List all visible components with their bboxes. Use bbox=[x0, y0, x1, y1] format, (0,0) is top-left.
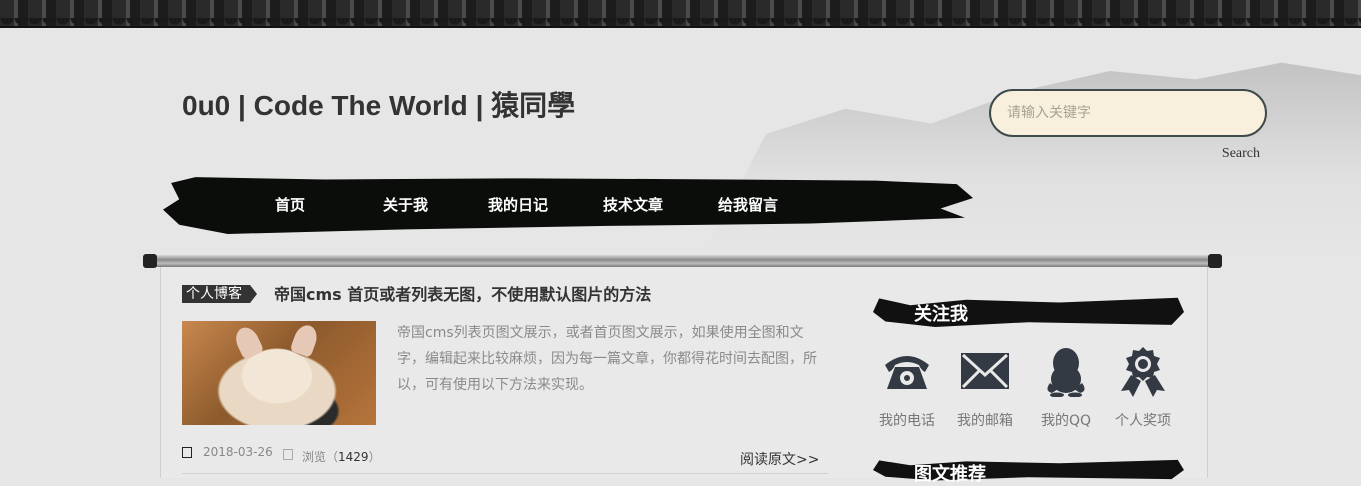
roof-tile-edge bbox=[0, 18, 1361, 28]
read-more-link[interactable]: 阅读原文>> bbox=[740, 449, 819, 469]
article-views: 浏览（1429） bbox=[302, 448, 381, 465]
scroll-rod-divider bbox=[143, 255, 1222, 267]
follow-awards[interactable]: 个人奖项 bbox=[1105, 345, 1181, 430]
article-divider bbox=[182, 473, 828, 474]
article-thumbnail[interactable] bbox=[182, 321, 376, 425]
nav-item-tech-articles[interactable]: 技术文章 bbox=[603, 194, 663, 215]
nav-item-diary[interactable]: 我的日记 bbox=[488, 194, 548, 215]
views-suffix: ） bbox=[368, 450, 381, 464]
qq-penguin-icon bbox=[1047, 348, 1085, 397]
mountain-backdrop bbox=[700, 62, 1361, 260]
nav-item-guestbook[interactable]: 给我留言 bbox=[718, 194, 778, 215]
follow-email-label: 我的邮箱 bbox=[957, 413, 1013, 429]
scroll-rod-end-right bbox=[1208, 254, 1222, 268]
views-prefix: 浏览（ bbox=[302, 450, 339, 464]
envelope-icon bbox=[961, 353, 1009, 389]
follow-email[interactable]: 我的邮箱 bbox=[947, 345, 1023, 430]
site-title[interactable]: 0u0 | Code The World | 猿同學 bbox=[182, 84, 575, 124]
dog-ear-left bbox=[231, 323, 265, 361]
dog-ear-right bbox=[289, 322, 321, 358]
article-excerpt: 帝国cms列表页图文展示，或者首页图文展示，如果使用全图和文字，编辑起来比较麻烦… bbox=[397, 325, 817, 393]
phone-icon bbox=[885, 356, 929, 389]
scroll-rod-end-left bbox=[143, 254, 157, 268]
document-icon bbox=[283, 449, 293, 460]
recommend-heading: 图文推荐 bbox=[914, 464, 986, 485]
search-button[interactable]: Search bbox=[1200, 146, 1260, 162]
award-ribbon-icon bbox=[1121, 347, 1165, 397]
follow-qq[interactable]: 我的QQ bbox=[1028, 345, 1104, 430]
article-date: 2018-03-26 bbox=[203, 445, 273, 459]
nav-item-home[interactable]: 首页 bbox=[275, 194, 305, 215]
follow-phone[interactable]: 我的电话 bbox=[869, 345, 945, 430]
views-count: 1429 bbox=[338, 450, 369, 464]
nav-item-about[interactable]: 关于我 bbox=[383, 194, 428, 215]
article-title[interactable]: 帝国cms 首页或者列表无图，不使用默认图片的方法 bbox=[274, 281, 651, 305]
follow-awards-label: 个人奖项 bbox=[1115, 413, 1171, 429]
search-input[interactable] bbox=[989, 89, 1267, 137]
follow-heading: 关注我 bbox=[914, 304, 968, 325]
follow-qq-label: 我的QQ bbox=[1040, 413, 1092, 429]
follow-phone-label: 我的电话 bbox=[879, 413, 935, 429]
clock-icon bbox=[182, 447, 192, 458]
category-tag[interactable]: 个人博客 bbox=[182, 285, 257, 303]
